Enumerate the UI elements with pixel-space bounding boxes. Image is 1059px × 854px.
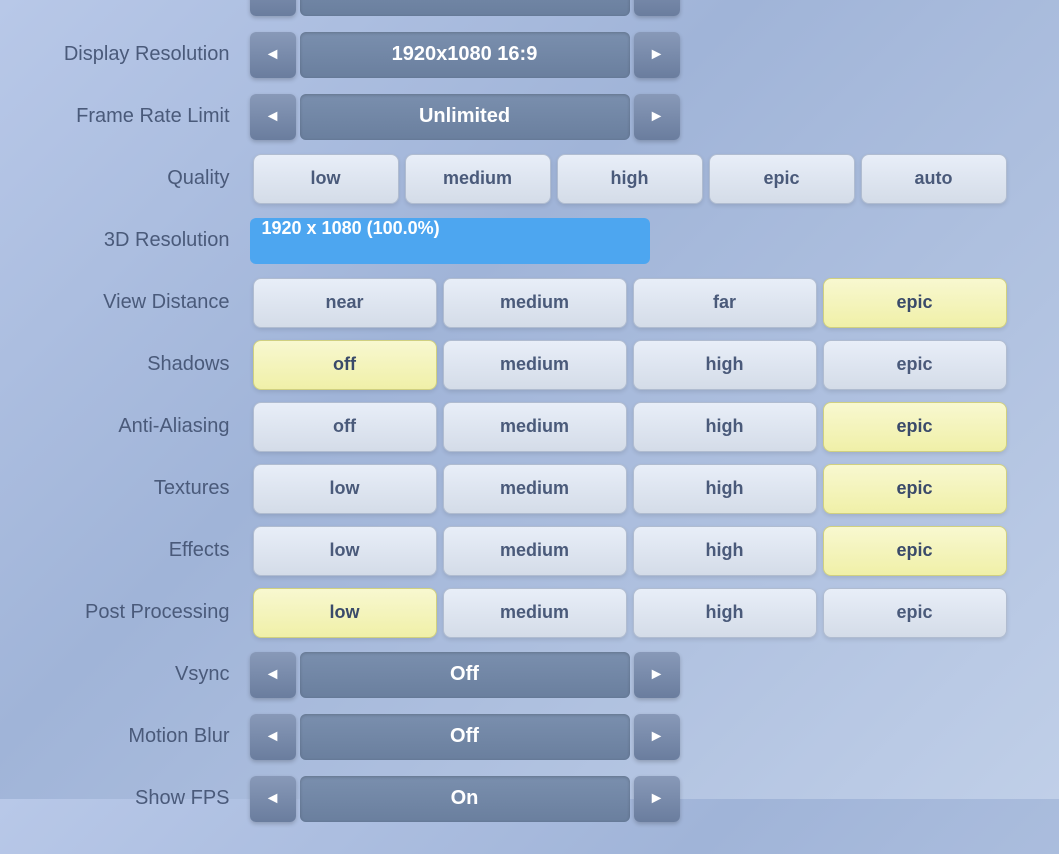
motion-blur-control: ◄ Off ► <box>250 714 1010 760</box>
frame-rate-next[interactable]: ► <box>634 94 680 140</box>
textures-high[interactable]: high <box>633 464 817 514</box>
quality-row: Quality low medium high epic auto <box>50 152 1010 206</box>
vsync-label: Vsync <box>50 663 250 686</box>
display-resolution-row: Display Resolution ◄ 1920x1080 16:9 ► <box>50 28 1010 82</box>
anti-aliasing-label: Anti-Aliasing <box>50 415 250 438</box>
post-processing-low[interactable]: low <box>253 588 437 638</box>
anti-aliasing-medium[interactable]: medium <box>443 402 627 452</box>
shadows-label: Shadows <box>50 353 250 376</box>
effects-control: low medium high epic <box>250 526 1010 576</box>
shadows-off[interactable]: off <box>253 340 437 390</box>
effects-high[interactable]: high <box>633 526 817 576</box>
frame-rate-row: Frame Rate Limit ◄ Unlimited ► <box>50 90 1010 144</box>
display-resolution-next[interactable]: ► <box>634 32 680 78</box>
vsync-control: ◄ Off ► <box>250 652 1010 698</box>
window-mode-control: ◄ Fullscreen ► <box>250 0 1010 16</box>
anti-aliasing-high[interactable]: high <box>633 402 817 452</box>
quality-medium[interactable]: medium <box>405 154 551 204</box>
vsync-prev[interactable]: ◄ <box>250 652 296 698</box>
quality-epic[interactable]: epic <box>709 154 855 204</box>
post-processing-row: Post Processing low medium high epic <box>50 586 1010 640</box>
display-resolution-control: ◄ 1920x1080 16:9 ► <box>250 32 1010 78</box>
window-mode-next[interactable]: ► <box>634 0 680 16</box>
vsync-value: Off <box>300 652 630 698</box>
display-resolution-prev[interactable]: ◄ <box>250 32 296 78</box>
effects-label: Effects <box>50 539 250 562</box>
vsync-row: Vsync ◄ Off ► <box>50 648 1010 702</box>
resolution-3d-value[interactable]: 1920 x 1080 (100.0%) <box>250 218 650 264</box>
textures-control: low medium high epic <box>250 464 1010 514</box>
motion-blur-prev[interactable]: ◄ <box>250 714 296 760</box>
textures-label: Textures <box>50 477 250 500</box>
motion-blur-label: Motion Blur <box>50 725 250 748</box>
frame-rate-value: Unlimited <box>300 94 630 140</box>
quality-control: low medium high epic auto <box>250 154 1010 204</box>
frame-rate-control: ◄ Unlimited ► <box>250 94 1010 140</box>
post-processing-control: low medium high epic <box>250 588 1010 638</box>
effects-epic[interactable]: epic <box>823 526 1007 576</box>
window-mode-row: Window Mode ◄ Fullscreen ► <box>50 0 1010 20</box>
textures-medium[interactable]: medium <box>443 464 627 514</box>
anti-aliasing-off[interactable]: off <box>253 402 437 452</box>
display-resolution-label: Display Resolution <box>50 43 250 66</box>
resolution-3d-row: 3D Resolution 1920 x 1080 (100.0%) <box>50 214 1010 268</box>
textures-low[interactable]: low <box>253 464 437 514</box>
shadows-high[interactable]: high <box>633 340 817 390</box>
shadows-epic[interactable]: epic <box>823 340 1007 390</box>
resolution-3d-control: 1920 x 1080 (100.0%) <box>250 218 1010 264</box>
vsync-next[interactable]: ► <box>634 652 680 698</box>
resolution-3d-label: 3D Resolution <box>50 229 250 252</box>
view-distance-epic[interactable]: epic <box>823 278 1007 328</box>
frame-rate-label: Frame Rate Limit <box>50 105 250 128</box>
post-processing-high[interactable]: high <box>633 588 817 638</box>
window-mode-value: Fullscreen <box>300 0 630 16</box>
display-resolution-value: 1920x1080 16:9 <box>300 32 630 78</box>
frame-rate-prev[interactable]: ◄ <box>250 94 296 140</box>
post-processing-medium[interactable]: medium <box>443 588 627 638</box>
shadows-control: off medium high epic <box>250 340 1010 390</box>
quality-high[interactable]: high <box>557 154 703 204</box>
motion-blur-value: Off <box>300 714 630 760</box>
view-distance-row: View Distance near medium far epic <box>50 276 1010 330</box>
shadows-medium[interactable]: medium <box>443 340 627 390</box>
quality-auto[interactable]: auto <box>861 154 1007 204</box>
window-mode-label: Window Mode <box>50 0 250 4</box>
view-distance-near[interactable]: near <box>253 278 437 328</box>
effects-row: Effects low medium high epic <box>50 524 1010 578</box>
quality-label: Quality <box>50 167 250 190</box>
post-processing-label: Post Processing <box>50 601 250 624</box>
anti-aliasing-control: off medium high epic <box>250 402 1010 452</box>
textures-row: Textures low medium high epic <box>50 462 1010 516</box>
effects-low[interactable]: low <box>253 526 437 576</box>
post-processing-epic[interactable]: epic <box>823 588 1007 638</box>
view-distance-far[interactable]: far <box>633 278 817 328</box>
settings-panel: Window Mode ◄ Fullscreen ► Display Resol… <box>20 0 1040 854</box>
view-distance-label: View Distance <box>50 291 250 314</box>
textures-epic[interactable]: epic <box>823 464 1007 514</box>
anti-aliasing-row: Anti-Aliasing off medium high epic <box>50 400 1010 454</box>
motion-blur-row: Motion Blur ◄ Off ► <box>50 710 1010 764</box>
quality-low[interactable]: low <box>253 154 399 204</box>
motion-blur-next[interactable]: ► <box>634 714 680 760</box>
view-distance-medium[interactable]: medium <box>443 278 627 328</box>
anti-aliasing-epic[interactable]: epic <box>823 402 1007 452</box>
view-distance-control: near medium far epic <box>250 278 1010 328</box>
effects-medium[interactable]: medium <box>443 526 627 576</box>
window-mode-prev[interactable]: ◄ <box>250 0 296 16</box>
shadows-row: Shadows off medium high epic <box>50 338 1010 392</box>
